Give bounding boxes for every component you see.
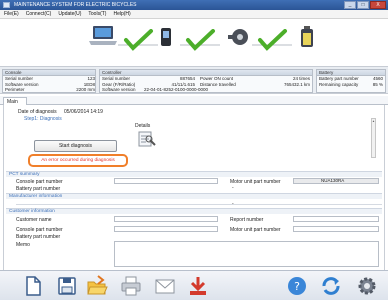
battery-icon [301, 26, 313, 47]
battery-part-label-2: Battery part number [16, 234, 61, 240]
menu-bar: File(E) Connect(C) Update(U) Tools(T) He… [0, 10, 388, 19]
customer-name-label: Customer name [16, 217, 52, 223]
report-number-label: Report number [230, 217, 264, 223]
console-part-label: Console part number [16, 179, 63, 185]
laptop-icon [89, 26, 117, 45]
motor-part-field: NUA130RA [293, 178, 379, 184]
battery-panel: Battery Battery part number 4560 Remainin… [316, 69, 386, 93]
open-folder-icon[interactable] [86, 275, 108, 297]
battery-capacity-label: Remaining capacity [319, 81, 359, 87]
close-button[interactable]: X [370, 1, 386, 9]
settings-icon[interactable] [356, 275, 378, 297]
email-icon[interactable] [154, 275, 176, 297]
export-pdf-icon[interactable] [187, 275, 209, 297]
start-diagnosis-button[interactable]: Start diagnosis [34, 140, 117, 152]
console-part-field[interactable] [114, 178, 218, 184]
svg-text:?: ? [294, 280, 300, 293]
connection-flow [0, 19, 388, 66]
save-icon[interactable] [56, 275, 78, 297]
details-icon[interactable] [138, 131, 156, 148]
controller-software-label: Software version [102, 87, 136, 92]
check-icon [118, 29, 158, 51]
customer-section-header: Customer information [6, 208, 382, 214]
console-part-field-2[interactable] [114, 226, 218, 232]
minimize-button[interactable]: _ [344, 1, 356, 9]
manufacturer-section-header: Manufacturer information [6, 193, 382, 199]
date-value: 05/06/2014 14:19 [64, 109, 103, 115]
motor-part-field-2[interactable] [293, 226, 379, 232]
console-part-label-2: Console part number [16, 227, 63, 233]
memo-field[interactable] [114, 241, 379, 267]
vertical-scrollbar[interactable]: ▲ [371, 118, 376, 158]
details-label: Details [135, 123, 151, 129]
bottom-toolbar: ? [0, 270, 388, 300]
customer-name-field[interactable] [114, 216, 218, 222]
menu-tools[interactable]: Tools(T) [88, 10, 106, 18]
step-label: Step1: Diagnosis [24, 116, 62, 122]
check-icon [180, 29, 220, 51]
controller-software-value: 22-04-01-8252-0100-0000-0000 [144, 87, 209, 92]
print-icon[interactable] [120, 275, 142, 297]
battery-part-dash: - [232, 185, 234, 191]
drive-unit-icon [228, 29, 248, 45]
tab-strip: Main [0, 96, 388, 106]
menu-file[interactable]: File(E) [4, 10, 19, 18]
check-icon [252, 29, 292, 51]
app-icon [3, 2, 10, 8]
console-panel: Console Serial number 123 Software versio… [2, 69, 96, 93]
maximize-button[interactable]: □ [357, 1, 369, 9]
error-message: An error occurred during diagnosis [28, 154, 128, 167]
main-panel: Date of diagnosis 05/06/2014 14:19 Step1… [3, 105, 385, 270]
interface-unit-icon [161, 28, 171, 46]
menu-update[interactable]: Update(U) [58, 10, 81, 18]
motor-part-label: Motor unit part number [230, 179, 281, 185]
battery-part-label: Battery part number [16, 186, 61, 192]
manufacturer-dash: - [232, 201, 234, 207]
pct-section-header: PCT summary [6, 171, 382, 177]
date-label: Date of diagnosis [18, 109, 57, 115]
help-icon[interactable]: ? [286, 275, 308, 297]
new-document-icon[interactable] [22, 275, 44, 297]
console-perimeter-value: 2200 mm [76, 87, 95, 92]
menu-help[interactable]: Help(H) [113, 10, 130, 18]
motor-part-value: NUA130RA [321, 178, 345, 183]
console-perimeter-label: Perimeter [5, 87, 25, 92]
motor-part-label-2: Motor unit part number [230, 227, 281, 233]
window-title: MAINTENANCE SYSTEM FOR ELECTRIC BICYCLES [14, 2, 137, 8]
battery-capacity-value: 85 % [372, 81, 383, 87]
controller-serial-label: Serial number [102, 76, 131, 81]
divider [16, 204, 382, 205]
scroll-up-icon[interactable]: ▲ [372, 119, 375, 123]
report-number-field[interactable] [293, 216, 379, 222]
console-software-label: Software version [5, 81, 39, 87]
console-serial-label: Serial number [5, 76, 34, 81]
title-bar: MAINTENANCE SYSTEM FOR ELECTRIC BICYCLES… [0, 0, 388, 10]
info-bar: Console Serial number 123 Software versio… [0, 66, 388, 94]
controller-panel: Controller Serial number 887654 Power ON c… [99, 69, 313, 93]
memo-label: Memo [16, 242, 30, 248]
menu-connect[interactable]: Connect(C) [26, 10, 52, 18]
battery-part-label: Battery part number [319, 76, 359, 81]
refresh-icon[interactable] [320, 275, 342, 297]
controller-gear-label: Gear (F/R/Ratio) [102, 81, 136, 87]
